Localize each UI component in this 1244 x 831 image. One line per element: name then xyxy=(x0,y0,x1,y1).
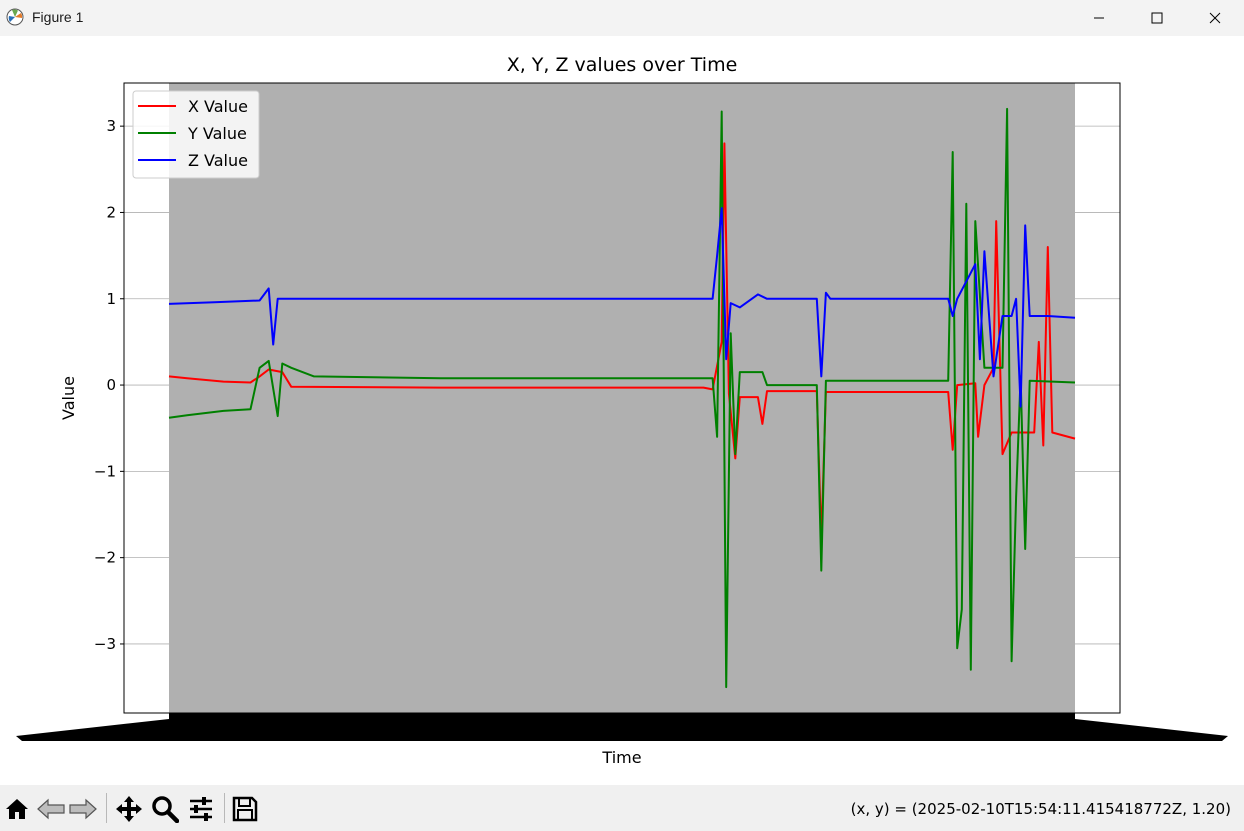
y-tick-label: 3 xyxy=(106,117,116,135)
figure-canvas[interactable]: −3 −2 −1 0 1 2 3 Time Value X, Y, Z values over T… xyxy=(0,36,1244,785)
y-tick-label: 1 xyxy=(106,290,116,308)
configure-icon xyxy=(190,797,212,821)
back-button[interactable] xyxy=(36,795,66,823)
y-tick-label: 0 xyxy=(106,376,116,394)
forward-icon xyxy=(69,798,97,820)
matplotlib-app-icon xyxy=(6,8,24,26)
title-bar: Figure 1 xyxy=(0,0,1244,36)
configure-subplots-button[interactable] xyxy=(186,795,216,823)
home-button[interactable] xyxy=(2,795,32,823)
toolbar-separator xyxy=(224,793,225,823)
close-icon xyxy=(1209,12,1221,24)
legend-label: X Value xyxy=(188,97,248,116)
maximize-button[interactable] xyxy=(1128,0,1186,36)
pan-button[interactable] xyxy=(114,795,144,823)
legend-label: Y Value xyxy=(187,124,247,143)
y-tick-label: −2 xyxy=(94,549,116,567)
window-title: Figure 1 xyxy=(32,9,84,25)
y-tick-label: −3 xyxy=(94,635,116,653)
chart: −3 −2 −1 0 1 2 3 Time Value X, Y, Z values over T… xyxy=(16,54,1228,767)
x-tick-marks xyxy=(169,713,1075,719)
home-icon xyxy=(6,799,28,819)
y-tick-label: 2 xyxy=(106,203,116,221)
x-axis-label: Time xyxy=(601,748,641,767)
zoom-button[interactable] xyxy=(150,795,180,823)
back-icon xyxy=(37,798,65,820)
data-background xyxy=(169,83,1075,713)
y-tick-label: −1 xyxy=(94,462,116,480)
maximize-icon xyxy=(1151,12,1163,24)
zoom-icon xyxy=(152,796,179,823)
x-tick-labels-overlapping xyxy=(16,719,1228,741)
save-button[interactable] xyxy=(230,795,260,823)
pan-icon xyxy=(116,796,142,822)
chart-title: X, Y, Z values over Time xyxy=(507,54,738,76)
y-axis-label: Value xyxy=(59,376,78,420)
forward-button[interactable] xyxy=(68,795,98,823)
legend-label: Z Value xyxy=(188,151,248,170)
toolbar-separator xyxy=(106,793,107,823)
cursor-coordinates: (x, y) = (2025-02-10T15:54:11.415418772Z… xyxy=(850,800,1231,818)
close-button[interactable] xyxy=(1186,0,1244,36)
minimize-icon xyxy=(1094,17,1104,19)
minimize-button[interactable] xyxy=(1070,0,1128,36)
save-icon xyxy=(232,796,258,822)
navigation-toolbar: (x, y) = (2025-02-10T15:54:11.415418772Z… xyxy=(0,785,1244,831)
